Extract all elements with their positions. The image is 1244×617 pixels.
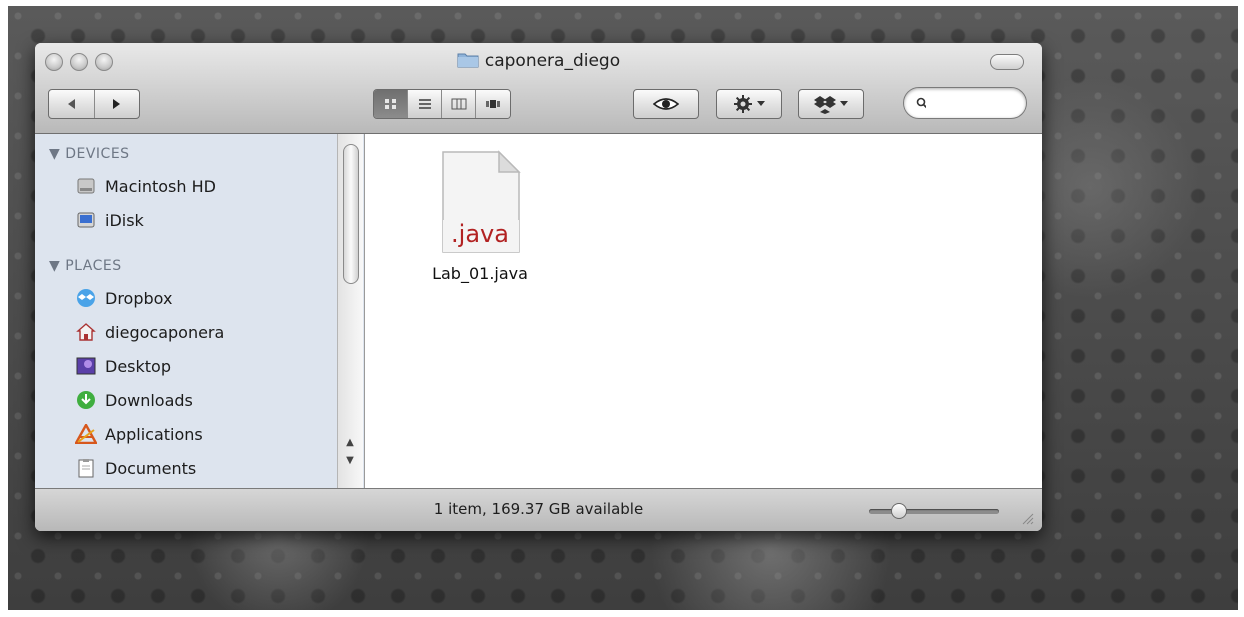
resize-grip-icon[interactable] (1020, 511, 1034, 525)
sidebar-item-idisk[interactable]: iDisk (75, 207, 144, 233)
search-input[interactable] (932, 94, 1026, 112)
file-item[interactable]: .java Lab_01.java (420, 150, 540, 283)
sidebar-header-devices: ▼ DEVICES (49, 146, 130, 162)
icon-view-button[interactable] (374, 90, 408, 118)
sidebar-item-label: Dropbox (105, 288, 173, 308)
gear-icon (734, 95, 752, 113)
sidebar-item-documents[interactable]: Documents (75, 455, 196, 481)
file-type-label: .java (451, 220, 509, 248)
search-field[interactable] (903, 87, 1027, 119)
sidebar-item-applications[interactable]: Applications (75, 421, 203, 447)
action-menu-button[interactable] (716, 89, 782, 119)
back-button[interactable] (49, 90, 95, 118)
cover-flow-button[interactable] (476, 90, 510, 118)
applications-icon (75, 423, 97, 445)
toolbar: caponera_diego (35, 43, 1042, 134)
view-mode-group (373, 89, 511, 119)
dropbox-icon (814, 96, 836, 114)
window-title-bar: caponera_diego (35, 51, 1042, 71)
idisk-icon (75, 209, 97, 231)
file-browser-area: .java Lab_01.java (365, 134, 1042, 488)
forward-arrow-icon (112, 99, 120, 109)
scroll-down-arrow-icon[interactable]: ▼ (338, 452, 362, 470)
chevron-down-icon (757, 101, 765, 106)
hard-drive-icon (75, 175, 97, 197)
toolbar-toggle-button[interactable] (990, 54, 1024, 70)
scrollbar-thumb[interactable] (343, 144, 359, 284)
home-icon (75, 321, 97, 343)
sidebar-item-macintosh-hd[interactable]: Macintosh HD (75, 173, 216, 199)
search-icon (916, 97, 926, 109)
sidebar-item-label: Macintosh HD (105, 176, 216, 196)
sidebar-item-label: Desktop (105, 356, 171, 376)
documents-icon (75, 457, 97, 479)
sidebar: ▼ DEVICES Macintosh HD iDisk ▼ PLACES Dr… (35, 134, 365, 488)
eye-icon (653, 98, 679, 110)
java-file-icon: .java (439, 150, 521, 254)
dropbox-menu-button[interactable] (798, 89, 864, 119)
column-view-icon (451, 98, 466, 110)
back-arrow-icon (68, 99, 76, 109)
status-bar: 1 item, 169.37 GB available (35, 488, 1042, 531)
sidebar-header-places: ▼ PLACES (49, 258, 122, 274)
dropbox-icon (75, 287, 97, 309)
file-name: Lab_01.java (432, 264, 528, 283)
icon-size-slider[interactable] (869, 509, 999, 514)
sidebar-item-label: Documents (105, 458, 197, 478)
window-title: caponera_diego (484, 51, 621, 71)
sidebar-item-label: diegocaponera (105, 322, 225, 342)
folder-icon (457, 53, 479, 68)
cover-flow-icon (486, 100, 500, 108)
sidebar-item-downloads[interactable]: Downloads (75, 387, 193, 413)
back-forward-group (48, 89, 140, 119)
quick-look-button[interactable] (633, 89, 699, 119)
list-view-icon (418, 99, 431, 109)
finder-window: caponera_diego ▼ DEVICES Macintosh HD iD… (35, 43, 1042, 531)
downloads-icon (75, 389, 97, 411)
sidebar-item-label: Applications (105, 424, 203, 444)
sidebar-item-dropbox[interactable]: Dropbox (75, 285, 172, 311)
sidebar-item-desktop[interactable]: Desktop (75, 353, 171, 379)
chevron-down-icon (840, 101, 848, 106)
sidebar-item-label: Downloads (105, 390, 193, 410)
column-view-button[interactable] (442, 90, 476, 118)
list-view-button[interactable] (408, 90, 442, 118)
sidebar-item-label: iDisk (105, 210, 144, 230)
icon-view-icon (384, 99, 396, 109)
slider-knob[interactable] (891, 503, 907, 519)
scroll-up-arrow-icon[interactable]: ▲ (338, 434, 362, 452)
desktop-icon (75, 355, 97, 377)
forward-button[interactable] (95, 90, 140, 118)
sidebar-item-home[interactable]: diegocaponera (75, 319, 224, 345)
sidebar-scrollbar[interactable]: ▲ ▼ (337, 134, 363, 488)
